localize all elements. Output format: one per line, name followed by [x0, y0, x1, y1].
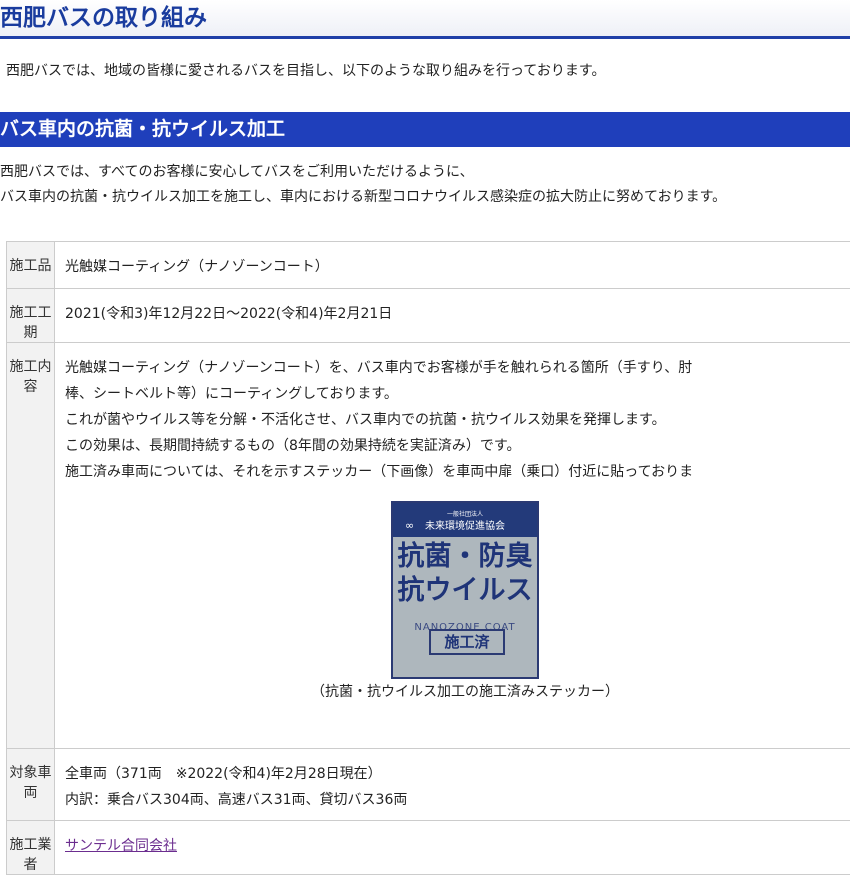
- content-line: 施工済み車両については、それを示すステッカー（下画像）を車両中扉（乗口）付近に貼…: [65, 459, 850, 485]
- table-row: 施工業者 サンテル合同会社: [7, 821, 850, 875]
- row-label: 施工工期: [7, 289, 55, 343]
- table-row: 施工工期 2021(令和3)年12月22日～2022(令和4)年2月21日: [7, 289, 850, 343]
- intro-text: 西肥バスでは、地域の皆様に愛されるバスを目指し、以下のような取り組みを行っており…: [6, 60, 605, 80]
- sticker-band: 一般社団法人 ∞ 未来環境促進協会: [393, 503, 537, 537]
- row-value: 全車両（371両 ※2022(令和4)年2月28日現在） 内訳：乗合バス304両…: [55, 749, 850, 821]
- row-value: 2021(令和3)年12月22日～2022(令和4)年2月21日: [55, 289, 850, 343]
- row-label: 施工業者: [7, 821, 55, 875]
- row-value: 光触媒コーティング（ナノゾーンコート）を、バス車内でお客様が手を触れられる箇所（…: [55, 343, 850, 749]
- section-heading: バス車内の抗菌・抗ウイルス加工: [0, 112, 850, 147]
- row-label: 施工品: [7, 242, 55, 289]
- company-link[interactable]: サンテル合同会社: [65, 838, 177, 854]
- content-line: 光触媒コーティング（ナノゾーンコート）を、バス車内でお客様が手を触れられる箇所（…: [65, 355, 850, 381]
- table-row: 対象車両 全車両（371両 ※2022(令和4)年2月28日現在） 内訳：乗合バ…: [7, 749, 850, 821]
- content-line: この効果は、長期間持続するもの（8年間の効果持続を実証済み）です。: [65, 433, 850, 459]
- section-description-line: バス車内の抗菌・抗ウイルス加工を施工し、車内における新型コロナウイルス感染症の拡…: [0, 185, 726, 210]
- sticker-org: 未来環境促進協会: [393, 521, 537, 533]
- sticker-figure: 一般社団法人 ∞ 未来環境促進協会 抗菌・防臭 抗ウイルス NANOZONE C…: [65, 501, 850, 705]
- page-title-bar: 西肥バスの取り組み: [0, 0, 850, 39]
- table-row: 施工品 光触媒コーティング（ナノゾーンコート）: [7, 242, 850, 289]
- sticker-image: 一般社団法人 ∞ 未来環境促進協会 抗菌・防臭 抗ウイルス NANOZONE C…: [391, 501, 539, 679]
- info-table: 施工品 光触媒コーティング（ナノゾーンコート） 施工工期 2021(令和3)年1…: [6, 241, 850, 875]
- row-label: 対象車両: [7, 749, 55, 821]
- row-value: 光触媒コーティング（ナノゾーンコート）: [55, 242, 850, 289]
- content-line: 全車両（371両 ※2022(令和4)年2月28日現在）: [65, 761, 850, 787]
- content-line: 棒、シートベルト等）にコーティングしております。: [65, 381, 850, 407]
- sticker-line2: 抗ウイルス: [393, 575, 537, 607]
- row-value: サンテル合同会社: [55, 821, 850, 875]
- table-row: 施工内容 光触媒コーティング（ナノゾーンコート）を、バス車内でお客様が手を触れら…: [7, 343, 850, 749]
- content-line: これが菌やウイルス等を分解・不活化させ、バス車内での抗菌・抗ウイルス効果を発揮し…: [65, 407, 850, 433]
- section-description: 西肥バスでは、すべてのお客様に安心してバスをご利用いただけるように、 バス車内の…: [0, 160, 726, 210]
- sticker-badge: 施工済: [429, 629, 505, 655]
- sticker-org-top: 一般社団法人: [393, 509, 537, 521]
- content-line: 内訳：乗合バス304両、高速バス31両、貸切バス36両: [65, 787, 850, 813]
- sticker-line1: 抗菌・防臭: [393, 541, 537, 573]
- section-heading-bar: バス車内の抗菌・抗ウイルス加工: [0, 112, 850, 147]
- row-label: 施工内容: [7, 343, 55, 749]
- sticker-caption: （抗菌・抗ウイルス加工の施工済みステッカー）: [65, 679, 850, 705]
- section-description-line: 西肥バスでは、すべてのお客様に安心してバスをご利用いただけるように、: [0, 160, 726, 185]
- page-title: 西肥バスの取り組み: [0, 0, 850, 36]
